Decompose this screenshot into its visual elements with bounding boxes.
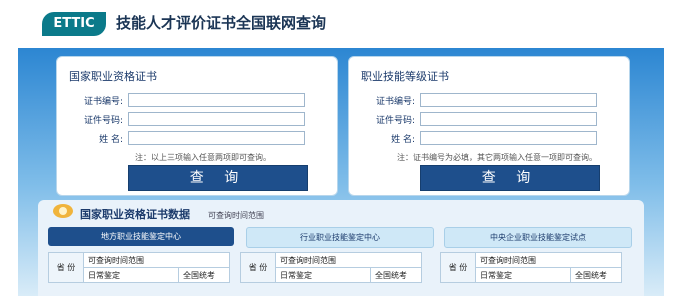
name-label: 姓 名: [99, 135, 123, 145]
name-input[interactable] [128, 131, 305, 145]
query-note: 注：以上三项输入任意两项即可查询。 [135, 153, 271, 162]
national-header: 全国统考 [570, 267, 622, 283]
name-label: 姓 名: [391, 135, 415, 145]
range-header: 可查询时间范围 [83, 252, 230, 268]
daily-header: 日常鉴定 [475, 267, 571, 283]
national-header: 全国统考 [178, 267, 230, 283]
panel-title: 国家职业资格证书数据 [80, 208, 190, 221]
id-no-input[interactable] [128, 112, 305, 126]
query-button[interactable]: 查 询 [128, 165, 308, 191]
national-header: 全国统考 [370, 267, 422, 283]
daily-header: 日常鉴定 [275, 267, 371, 283]
card-title: 国家职业资格证书 [69, 70, 157, 83]
query-button[interactable]: 查 询 [420, 165, 600, 191]
name-input[interactable] [420, 131, 597, 145]
query-note: 注：证书编号为必填，其它两项输入任意一项即可查询。 [397, 153, 597, 162]
province-header: 省 份 [440, 252, 476, 283]
id-no-label: 证件号码: [375, 116, 415, 126]
province-header: 省 份 [48, 252, 84, 283]
card-skill-level: 职业技能等级证书 证书编号: 证件号码: 姓 名: 注：证书编号为必填，其它两项… [348, 56, 630, 196]
query-range-table-3: 省 份可查询时间范围 日常鉴定 全国统考 [440, 252, 622, 283]
tab-industry-center[interactable]: 行业职业技能鉴定中心 [246, 227, 434, 248]
cert-no-label: 证书编号: [375, 97, 415, 107]
site-title: 技能人才评价证书全国联网查询 [116, 14, 327, 32]
site-header: ETTIC 技能人才评价证书全国联网查询 [0, 0, 680, 46]
panel-subtitle: 可查询时间范围 [208, 211, 264, 220]
card-national-qualification: 国家职业资格证书 证书编号: 证件号码: 姓 名: 注：以上三项输入任意两项即可… [56, 56, 338, 196]
range-header: 可查询时间范围 [475, 252, 622, 268]
province-header: 省 份 [240, 252, 276, 283]
range-header: 可查询时间范围 [275, 252, 422, 268]
id-no-input[interactable] [420, 112, 597, 126]
cert-no-input[interactable] [128, 93, 305, 107]
id-no-label: 证件号码: [83, 116, 123, 126]
cert-no-label: 证书编号: [83, 97, 123, 107]
tab-central-enterprise[interactable]: 中央企业职业技能鉴定试点 [444, 227, 632, 248]
tab-local-center[interactable]: 地方职业技能鉴定中心 [48, 227, 234, 246]
daily-header: 日常鉴定 [83, 267, 179, 283]
query-range-table-2: 省 份可查询时间范围 日常鉴定 全国统考 [240, 252, 422, 283]
cert-no-input[interactable] [420, 93, 597, 107]
query-range-table-1: 省 份可查询时间范围 日常鉴定 全国统考 [48, 252, 230, 283]
ettic-logo: ETTIC [42, 12, 106, 36]
certificate-emblem-icon [53, 204, 73, 218]
card-title: 职业技能等级证书 [361, 70, 449, 83]
